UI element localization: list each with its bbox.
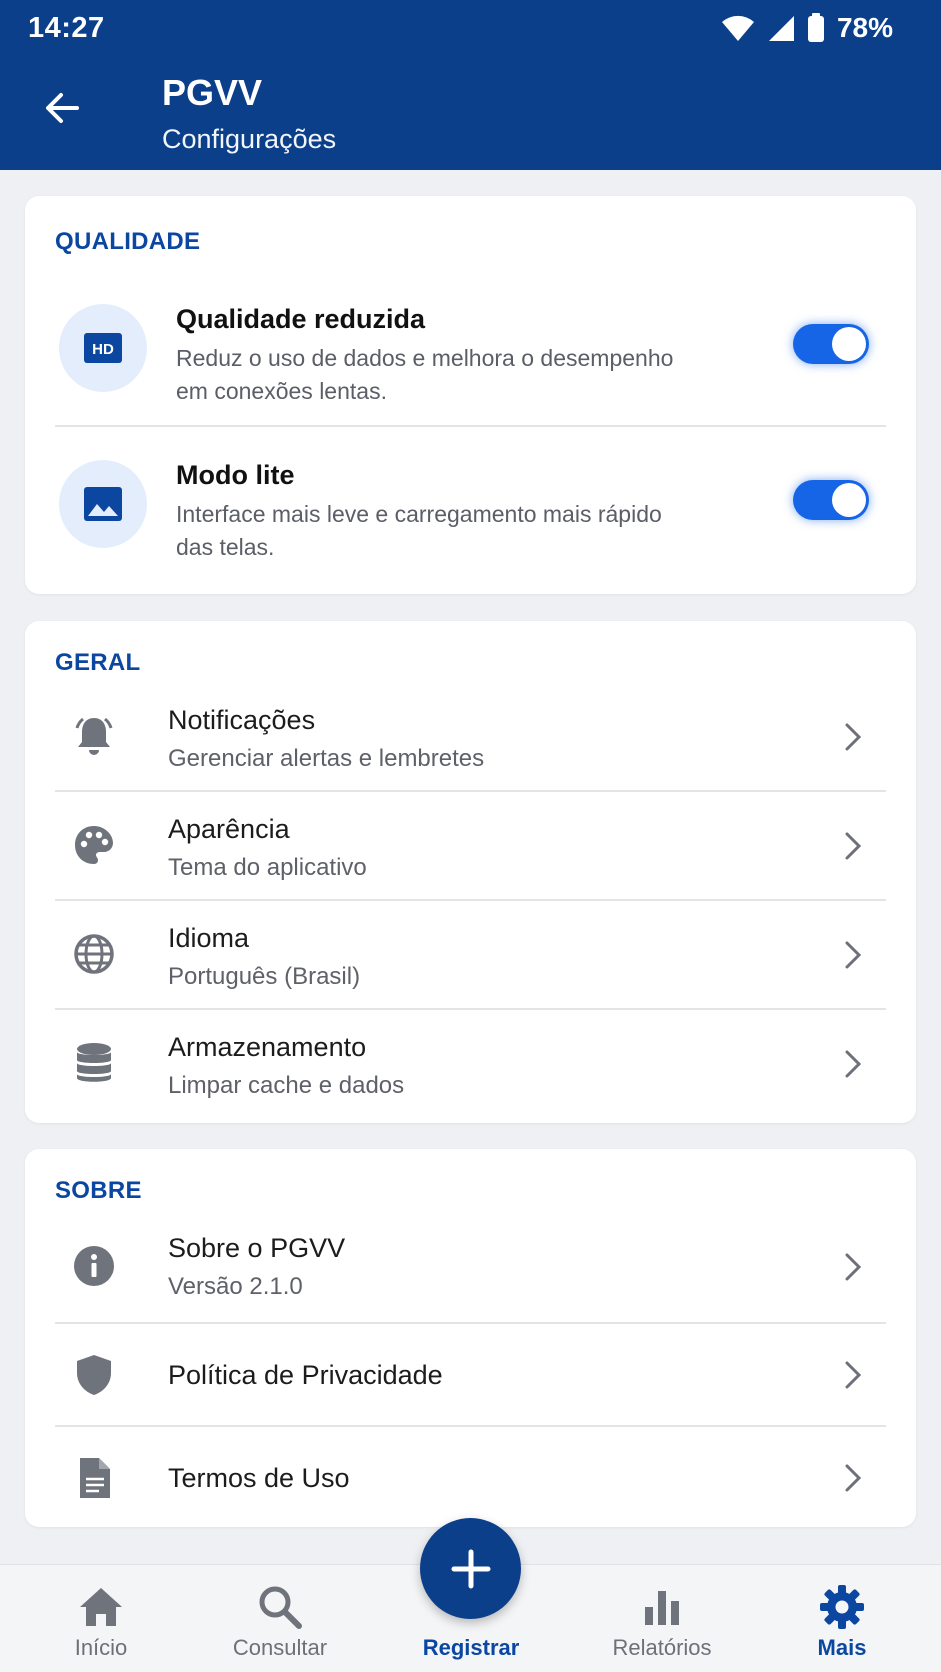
database-icon — [71, 1040, 117, 1086]
battery-icon — [807, 13, 825, 43]
nav-label: Consultar — [232, 1635, 328, 1660]
divider — [55, 425, 886, 427]
globe-icon — [71, 931, 117, 977]
divider — [55, 790, 886, 792]
app-bar: PGVV Configurações — [0, 60, 941, 170]
hd-icon-circle: HD — [59, 304, 147, 392]
row-appearance[interactable]: Aparência Tema do aplicativo — [25, 802, 916, 906]
divider — [55, 1425, 886, 1427]
row-subtitle: Gerenciar alertas e lembretes — [168, 745, 485, 772]
plus-icon — [451, 1549, 490, 1588]
page-title: PGVV — [162, 72, 263, 113]
divider — [55, 899, 886, 901]
back-button[interactable] — [36, 82, 88, 134]
section-title-quality: QUALIDADE — [55, 228, 201, 255]
arrow-left-icon — [46, 93, 79, 123]
desc-line: em conexões lentas. — [176, 378, 387, 404]
hd-icon: HD — [84, 333, 122, 363]
chevron-right-icon — [845, 723, 862, 751]
row-title: Aparência — [168, 814, 290, 844]
row-title: Sobre o PGVV — [168, 1233, 346, 1263]
nav-more[interactable]: Mais — [757, 1565, 927, 1672]
row-subtitle: Português (Brasil) — [168, 963, 361, 990]
setting-lite-mode: Modo lite Interface mais leve e carregam… — [25, 460, 916, 610]
row-privacy-policy[interactable]: Política de Privacidade — [25, 1325, 916, 1425]
nav-search[interactable]: Consultar — [195, 1565, 365, 1672]
image-icon — [84, 487, 122, 521]
desc-line: Interface mais leve e carregamento mais … — [176, 501, 662, 527]
image-icon-circle — [59, 460, 147, 548]
desc-line: Reduz o uso de dados e melhora o desempe… — [176, 345, 674, 371]
bar-chart-icon — [638, 1583, 686, 1631]
nav-reports[interactable]: Relatórios — [577, 1565, 747, 1672]
nav-label: Início — [74, 1635, 128, 1660]
svg-text:HD: HD — [92, 341, 114, 358]
chevron-right-icon — [845, 832, 862, 860]
row-title: Armazenamento — [168, 1032, 367, 1062]
chevron-right-icon — [845, 1050, 862, 1078]
info-icon — [71, 1243, 117, 1289]
gear-icon — [818, 1583, 866, 1631]
row-notifications[interactable]: Notificações Gerenciar alertas e lembret… — [25, 693, 916, 797]
chevron-right-icon — [845, 1464, 862, 1492]
section-title-general: GERAL — [55, 649, 141, 676]
nav-label: Mais — [817, 1635, 867, 1660]
reduced-quality-toggle[interactable] — [793, 324, 869, 364]
row-title: Termos de Uso — [168, 1463, 350, 1493]
nav-label: Registrar — [422, 1635, 520, 1660]
row-about-app[interactable]: Sobre o PGVV Versão 2.1.0 — [25, 1221, 916, 1325]
status-icons: 78% — [721, 12, 893, 44]
setting-reduced-quality: HD Qualidade reduzida Reduz o uso de dad… — [25, 304, 916, 454]
battery-percent: 78% — [836, 12, 893, 43]
shield-icon — [71, 1352, 117, 1398]
setting-description: Interface mais leve e carregamento mais … — [176, 498, 736, 564]
register-fab-button[interactable] — [420, 1518, 521, 1619]
toggle-knob — [832, 327, 866, 361]
general-card: GERAL Notificações Gerenciar alertas e l… — [25, 621, 916, 1123]
palette-icon — [71, 822, 117, 868]
page-subtitle: Configurações — [162, 124, 337, 154]
nav-label: Relatórios — [612, 1635, 712, 1660]
section-title-about: SOBRE — [55, 1177, 142, 1204]
document-icon — [71, 1455, 117, 1501]
row-storage[interactable]: Armazenamento Limpar cache e dados — [25, 1020, 916, 1124]
status-time: 14:27 — [28, 11, 105, 44]
desc-line: das telas. — [176, 534, 275, 560]
row-subtitle: Tema do aplicativo — [168, 854, 367, 881]
toggle-knob — [832, 483, 866, 517]
quality-card: QUALIDADE HD Qualidade reduzida Reduz o … — [25, 196, 916, 594]
row-title: Idioma — [168, 923, 250, 953]
row-subtitle: Versão 2.1.0 — [168, 1273, 303, 1300]
signal-icon — [767, 14, 795, 42]
lite-mode-toggle[interactable] — [793, 480, 869, 520]
setting-description: Reduz o uso de dados e melhora o desempe… — [176, 342, 736, 408]
status-bar: 14:27 78% — [0, 0, 941, 56]
bell-icon — [71, 713, 117, 759]
row-subtitle: Limpar cache e dados — [168, 1072, 405, 1099]
home-icon — [77, 1583, 125, 1631]
nav-home[interactable]: Início — [16, 1565, 186, 1672]
chevron-right-icon — [845, 1253, 862, 1281]
row-title: Notificações — [168, 705, 316, 735]
row-language[interactable]: Idioma Português (Brasil) — [25, 911, 916, 1015]
wifi-icon — [721, 14, 755, 42]
search-icon — [256, 1583, 304, 1631]
about-card: SOBRE Sobre o PGVV Versão 2.1.0 Política… — [25, 1149, 916, 1527]
divider — [55, 1322, 886, 1324]
chevron-right-icon — [845, 1361, 862, 1389]
divider — [55, 1008, 886, 1010]
setting-title: Qualidade reduzida — [176, 304, 426, 334]
setting-title: Modo lite — [176, 460, 295, 490]
row-title: Política de Privacidade — [168, 1360, 443, 1390]
chevron-right-icon — [845, 941, 862, 969]
row-terms-of-use[interactable]: Termos de Uso — [25, 1428, 916, 1528]
app-header: 14:27 78% PGVV Configurações — [0, 0, 941, 170]
